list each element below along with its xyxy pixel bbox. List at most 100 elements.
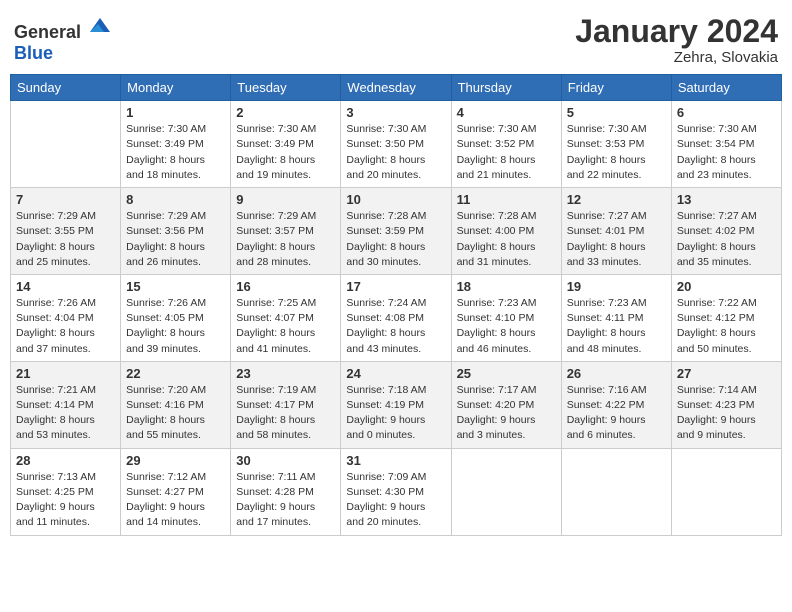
day-number: 2 — [236, 105, 335, 120]
day-info: Sunrise: 7:29 AMSunset: 3:56 PMDaylight:… — [126, 209, 225, 270]
day-number: 31 — [346, 453, 445, 468]
day-info: Sunrise: 7:28 AMSunset: 3:59 PMDaylight:… — [346, 209, 445, 270]
calendar-cell: 23Sunrise: 7:19 AMSunset: 4:17 PMDayligh… — [231, 361, 341, 448]
calendar-cell: 14 Sunrise: 7:26 AMSunset: 4:04 PMDayligh… — [11, 274, 121, 361]
calendar-cell: 1 Sunrise: 7:30 AMSunset: 3:49 PMDaylight… — [121, 101, 231, 188]
calendar-table: SundayMondayTuesdayWednesdayThursdayFrid… — [10, 74, 782, 535]
day-number: 23 — [236, 366, 335, 381]
weekday-header-tuesday: Tuesday — [231, 75, 341, 101]
logo-general: General — [14, 22, 81, 42]
day-number: 14 — [16, 279, 115, 294]
calendar-cell: 15 Sunrise: 7:26 AMSunset: 4:05 PMDayligh… — [121, 274, 231, 361]
day-number: 11 — [457, 192, 556, 207]
day-number: 15 — [126, 279, 225, 294]
day-number: 19 — [567, 279, 666, 294]
calendar-cell: 2Sunrise: 7:30 AMSunset: 3:49 PMDaylight… — [231, 101, 341, 188]
day-number: 8 — [126, 192, 225, 207]
day-number: 20 — [677, 279, 776, 294]
day-info: Sunrise: 7:16 AMSunset: 4:22 PMDaylight:… — [567, 383, 666, 444]
day-info: Sunrise: 7:29 AMSunset: 3:55 PMDaylight:… — [16, 209, 115, 270]
page-header: General Blue January 2024 Zehra, Slovaki… — [10, 10, 782, 66]
weekday-header-thursday: Thursday — [451, 75, 561, 101]
day-info: Sunrise: 7:11 AMSunset: 4:28 PMDaylight:… — [236, 470, 335, 531]
day-number: 10 — [346, 192, 445, 207]
day-number: 6 — [677, 105, 776, 120]
day-number: 30 — [236, 453, 335, 468]
logo: General Blue — [14, 14, 112, 64]
calendar-cell: 20 Sunrise: 7:22 AMSunset: 4:12 PMDayligh… — [671, 274, 781, 361]
calendar-cell: 28 Sunrise: 7:13 AMSunset: 4:25 PMDayligh… — [11, 448, 121, 535]
calendar-cell: 12Sunrise: 7:27 AMSunset: 4:01 PMDayligh… — [561, 188, 671, 275]
day-info: Sunrise: 7:25 AMSunset: 4:07 PMDaylight:… — [236, 296, 335, 357]
calendar-week-row: 1 Sunrise: 7:30 AMSunset: 3:49 PMDaylight… — [11, 101, 782, 188]
calendar-cell: 7 Sunrise: 7:29 AMSunset: 3:55 PMDaylight… — [11, 188, 121, 275]
calendar-cell: 5 Sunrise: 7:30 AMSunset: 3:53 PMDaylight… — [561, 101, 671, 188]
day-number: 7 — [16, 192, 115, 207]
calendar-cell: 26 Sunrise: 7:16 AMSunset: 4:22 PMDayligh… — [561, 361, 671, 448]
day-info: Sunrise: 7:22 AMSunset: 4:12 PMDaylight:… — [677, 296, 776, 357]
day-info: Sunrise: 7:30 AMSunset: 3:52 PMDaylight:… — [457, 122, 556, 183]
day-number: 26 — [567, 366, 666, 381]
calendar-cell: 17 Sunrise: 7:24 AMSunset: 4:08 PMDayligh… — [341, 274, 451, 361]
calendar-cell — [561, 448, 671, 535]
day-info: Sunrise: 7:17 AMSunset: 4:20 PMDaylight:… — [457, 383, 556, 444]
day-info: Sunrise: 7:30 AMSunset: 3:49 PMDaylight:… — [126, 122, 225, 183]
weekday-header-friday: Friday — [561, 75, 671, 101]
logo-icon — [88, 14, 112, 38]
calendar-cell: 30 Sunrise: 7:11 AMSunset: 4:28 PMDayligh… — [231, 448, 341, 535]
calendar-cell — [451, 448, 561, 535]
day-number: 5 — [567, 105, 666, 120]
calendar-cell: 24 Sunrise: 7:18 AMSunset: 4:19 PMDayligh… — [341, 361, 451, 448]
calendar-week-row: 7 Sunrise: 7:29 AMSunset: 3:55 PMDaylight… — [11, 188, 782, 275]
day-info: Sunrise: 7:26 AMSunset: 4:05 PMDaylight:… — [126, 296, 225, 357]
day-info: Sunrise: 7:13 AMSunset: 4:25 PMDaylight:… — [16, 470, 115, 531]
calendar-cell — [11, 101, 121, 188]
day-number: 16 — [236, 279, 335, 294]
day-info: Sunrise: 7:30 AMSunset: 3:54 PMDaylight:… — [677, 122, 776, 183]
calendar-cell: 10 Sunrise: 7:28 AMSunset: 3:59 PMDayligh… — [341, 188, 451, 275]
calendar-cell — [671, 448, 781, 535]
calendar-cell: 18Sunrise: 7:23 AMSunset: 4:10 PMDayligh… — [451, 274, 561, 361]
calendar-cell: 4 Sunrise: 7:30 AMSunset: 3:52 PMDaylight… — [451, 101, 561, 188]
day-info: Sunrise: 7:24 AMSunset: 4:08 PMDaylight:… — [346, 296, 445, 357]
month-year-title: January 2024 — [575, 14, 778, 49]
day-number: 21 — [16, 366, 115, 381]
day-info: Sunrise: 7:20 AMSunset: 4:16 PMDaylight:… — [126, 383, 225, 444]
weekday-header-sunday: Sunday — [11, 75, 121, 101]
day-number: 4 — [457, 105, 556, 120]
location-subtitle: Zehra, Slovakia — [575, 49, 778, 66]
day-number: 1 — [126, 105, 225, 120]
day-info: Sunrise: 7:30 AMSunset: 3:50 PMDaylight:… — [346, 122, 445, 183]
day-number: 28 — [16, 453, 115, 468]
day-info: Sunrise: 7:23 AMSunset: 4:11 PMDaylight:… — [567, 296, 666, 357]
day-number: 3 — [346, 105, 445, 120]
calendar-cell: 3 Sunrise: 7:30 AMSunset: 3:50 PMDaylight… — [341, 101, 451, 188]
calendar-cell: 31 Sunrise: 7:09 AMSunset: 4:30 PMDayligh… — [341, 448, 451, 535]
title-block: January 2024 Zehra, Slovakia — [575, 14, 778, 66]
calendar-cell: 21 Sunrise: 7:21 AMSunset: 4:14 PMDayligh… — [11, 361, 121, 448]
day-number: 9 — [236, 192, 335, 207]
day-number: 24 — [346, 366, 445, 381]
day-info: Sunrise: 7:30 AMSunset: 3:53 PMDaylight:… — [567, 122, 666, 183]
day-info: Sunrise: 7:09 AMSunset: 4:30 PMDaylight:… — [346, 470, 445, 531]
day-info: Sunrise: 7:14 AMSunset: 4:23 PMDaylight:… — [677, 383, 776, 444]
day-number: 17 — [346, 279, 445, 294]
logo-text: General Blue — [14, 14, 112, 64]
calendar-cell: 29Sunrise: 7:12 AMSunset: 4:27 PMDayligh… — [121, 448, 231, 535]
day-info: Sunrise: 7:21 AMSunset: 4:14 PMDaylight:… — [16, 383, 115, 444]
day-info: Sunrise: 7:26 AMSunset: 4:04 PMDaylight:… — [16, 296, 115, 357]
day-number: 25 — [457, 366, 556, 381]
calendar-cell: 6 Sunrise: 7:30 AMSunset: 3:54 PMDaylight… — [671, 101, 781, 188]
calendar-cell: 16 Sunrise: 7:25 AMSunset: 4:07 PMDayligh… — [231, 274, 341, 361]
calendar-cell: 22Sunrise: 7:20 AMSunset: 4:16 PMDayligh… — [121, 361, 231, 448]
calendar-week-row: 14 Sunrise: 7:26 AMSunset: 4:04 PMDayligh… — [11, 274, 782, 361]
day-info: Sunrise: 7:28 AMSunset: 4:00 PMDaylight:… — [457, 209, 556, 270]
calendar-cell: 27Sunrise: 7:14 AMSunset: 4:23 PMDayligh… — [671, 361, 781, 448]
calendar-cell: 13Sunrise: 7:27 AMSunset: 4:02 PMDayligh… — [671, 188, 781, 275]
day-number: 29 — [126, 453, 225, 468]
logo-blue: Blue — [14, 43, 53, 63]
weekday-header-monday: Monday — [121, 75, 231, 101]
day-info: Sunrise: 7:18 AMSunset: 4:19 PMDaylight:… — [346, 383, 445, 444]
calendar-week-row: 28 Sunrise: 7:13 AMSunset: 4:25 PMDayligh… — [11, 448, 782, 535]
calendar-cell: 11 Sunrise: 7:28 AMSunset: 4:00 PMDayligh… — [451, 188, 561, 275]
